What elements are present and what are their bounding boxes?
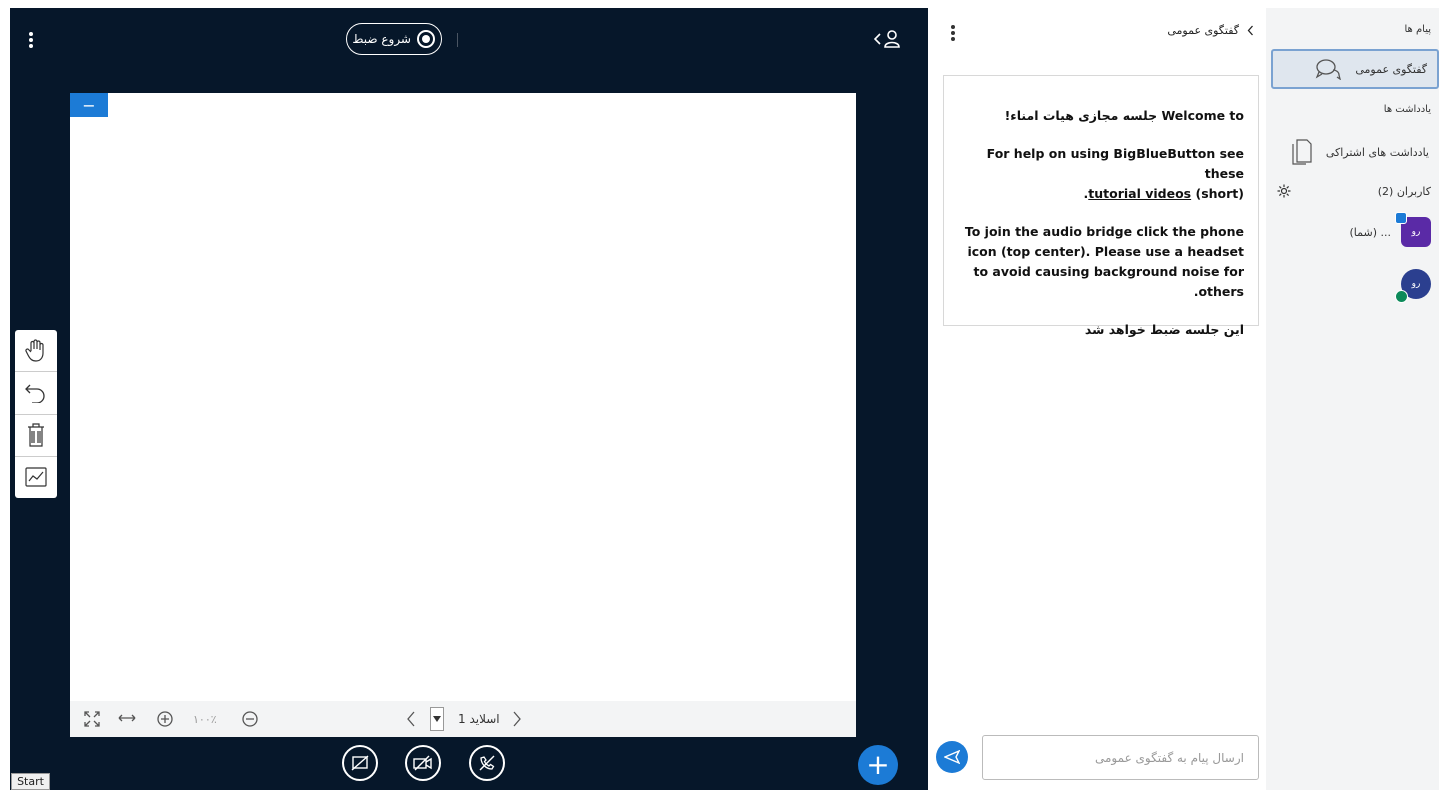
chat-bubbles-icon [1316,59,1342,80]
record-icon [417,30,435,48]
notes-header: یادداشت ها [1383,104,1431,115]
record-button[interactable]: شروع ضبط [346,23,442,55]
gear-icon[interactable] [1277,184,1291,198]
headset-icon [1395,290,1408,303]
hand-icon [25,339,44,362]
welcome-line-1: Welcome to جلسه مجازی هیات امناء! [1004,108,1244,123]
undo-icon [25,384,45,403]
share-screen-button[interactable] [342,745,378,781]
multi-user-whiteboard-button[interactable] [15,457,57,498]
sidebar-item-shared-notes[interactable]: یادداشت های اشتراکی [1271,136,1439,168]
presenter-icon [1395,212,1407,224]
pan-tool-button[interactable] [15,330,57,373]
whiteboard-slide[interactable]: − ۱۰۰٪ اسلاید 1 [70,93,856,737]
chat-message-input[interactable] [982,735,1259,780]
document-icon [1292,139,1312,165]
user-icon [884,30,900,48]
users-header-row: کاربران (2) [1271,180,1439,202]
next-slide-icon[interactable] [512,711,522,727]
avatar: رو [1395,269,1431,303]
clear-all-button[interactable] [15,415,57,457]
welcome-recording-notice: این جلسه ضبط خواهد شد [1084,322,1244,337]
app-root: شروع ضبط − ۱۰۰٪ اسلاید 1 + Start گفتگوی … [0,0,1439,790]
chat-options-kebab-icon[interactable] [948,22,958,44]
send-icon [944,750,960,764]
avatar: رو [1395,212,1431,247]
send-message-button[interactable] [936,741,968,773]
public-chat-label: گفتگوی عمومی [1355,62,1427,76]
minimize-presentation-button[interactable]: − [70,93,108,117]
chevron-left-icon [1247,25,1253,36]
slide-select-dropdown[interactable] [430,707,444,731]
trash-icon [28,423,44,447]
chat-panel: گفتگوی عمومی Welcome to جلسه مجازی هیات … [928,8,1266,790]
messages-header: پیام ها [1404,24,1431,35]
user-list-item-self[interactable]: رو ... (شما) [1271,212,1439,250]
zoom-out-icon[interactable] [241,710,259,728]
undo-button[interactable] [15,372,57,415]
tutorial-videos-link[interactable]: tutorial videos [1088,186,1191,201]
chat-title-label: گفتگوی عمومی [1167,24,1239,37]
screen-share-off-icon [351,755,369,771]
zoom-level: ۱۰۰٪ [193,713,217,726]
zoom-in-icon[interactable] [156,710,174,728]
previous-slide-icon[interactable] [406,711,416,727]
userlist-panel: پیام ها گفتگوی عمومی یادداشت ها یادداشت … [1266,8,1439,790]
welcome-message: Welcome to جلسه مجازی هیات امناء! For he… [943,75,1259,337]
welcome-line-3: To join the audio bridge click the phone… [964,224,1244,299]
start-button[interactable]: Start [11,773,50,790]
fit-to-width-icon[interactable] [118,711,136,725]
actions-plus-button[interactable]: + [858,745,898,785]
caret-down-icon [433,716,441,722]
fullscreen-icon[interactable] [84,711,100,727]
video-off-icon [413,755,432,771]
header-divider [457,33,458,47]
welcome-line-2: For help on using BigBlueButton see thes… [986,146,1244,201]
phone-off-icon [479,755,495,771]
share-webcam-button[interactable] [405,745,441,781]
chevron-left-icon [874,33,881,45]
user-list-item[interactable]: رو [1271,266,1439,303]
sidebar-item-public-chat[interactable]: گفتگوی عمومی [1271,49,1439,89]
plus-icon: + [866,748,890,781]
presentation-toolbar: ۱۰۰٪ اسلاید 1 [70,701,856,737]
chat-title-button[interactable]: گفتگوی عمومی [1167,24,1254,37]
users-header: کاربران (2) [1377,184,1431,198]
whiteboard-toolbar [15,330,57,498]
current-slide-label: اسلاید 1 [458,712,500,726]
toggle-userlist-button[interactable] [874,30,900,48]
presentation-area: شروع ضبط − ۱۰۰٪ اسلاید 1 + [10,8,928,790]
join-audio-button[interactable] [469,745,505,781]
presentation-options-kebab-icon[interactable] [26,29,36,51]
shared-notes-label: یادداشت های اشتراکی [1325,145,1429,159]
user-name: ... (شما) [1349,225,1392,239]
whiteboard-chart-icon [25,467,47,487]
record-button-label: شروع ضبط [352,32,411,46]
